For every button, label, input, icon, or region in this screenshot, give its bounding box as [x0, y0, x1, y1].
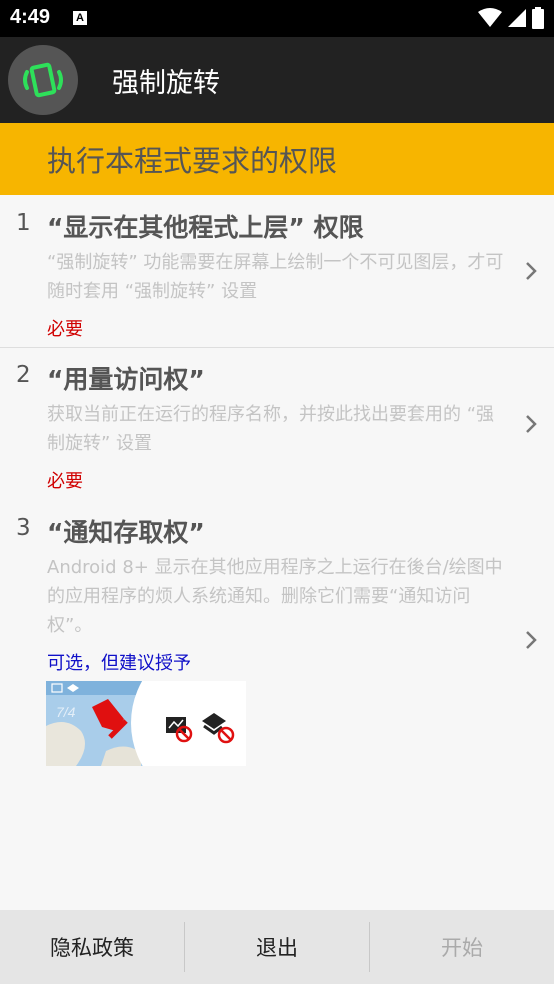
rotate-phone-icon	[8, 45, 78, 115]
permission-item-usage-access[interactable]: 2 “用量访问权” 获取当前正在运行的程序名称，并按此找出要套用的 “强制旋转”…	[0, 348, 554, 500]
item-requirement: 必要	[47, 471, 83, 492]
preview-date: 7/4	[56, 704, 76, 720]
item-title: “通知存取权”	[47, 518, 205, 547]
status-time: 4:49	[10, 6, 51, 28]
chevron-right-icon	[526, 631, 537, 649]
item-description: 获取当前正在运行的程序名称，并按此找出要套用的 “强制旋转” 设置	[47, 404, 495, 454]
notification-preview-image: 7/4	[46, 681, 246, 766]
permissions-banner: 执行本程式要求的权限	[0, 123, 554, 195]
banner-text: 执行本程式要求的权限	[47, 144, 338, 178]
item-description: “强制旋转” 功能需要在屏幕上绘制一个不可见图层，才可随时套用 “强制旋转” 设…	[47, 252, 504, 302]
chevron-right-icon	[526, 415, 537, 433]
status-icons	[478, 7, 544, 29]
permission-item-overlay[interactable]: 1 “显示在其他程式上层” 权限 “强制旋转” 功能需要在屏幕上绘制一个不可见图…	[0, 195, 554, 347]
wifi-icon	[478, 8, 502, 27]
item-title: “用量访问权”	[47, 365, 205, 394]
bottom-action-bar: 隐私政策 退出 开始	[0, 910, 554, 984]
item-description: Android 8+ 显示在其他应用程序之上运行在後台/绘图中的应用程序的烦人系…	[47, 557, 503, 636]
exit-button[interactable]: 退出	[185, 910, 369, 984]
item-number: 2	[16, 362, 31, 388]
notification-icon: A	[73, 11, 87, 25]
item-number: 3	[16, 515, 31, 541]
item-number: 1	[16, 210, 31, 236]
app-title: 强制旋转	[112, 68, 220, 99]
item-requirement: 必要	[47, 319, 83, 340]
privacy-policy-button[interactable]: 隐私政策	[0, 910, 184, 984]
battery-icon	[532, 7, 544, 29]
signal-icon	[508, 9, 526, 27]
status-bar: 4:49 A	[0, 0, 554, 37]
start-button[interactable]: 开始	[370, 910, 554, 984]
app-bar: 强制旋转	[0, 37, 554, 123]
item-title: “显示在其他程式上层” 权限	[47, 213, 364, 242]
item-requirement: 可选，但建议授予	[47, 653, 191, 674]
chevron-right-icon	[526, 262, 537, 280]
